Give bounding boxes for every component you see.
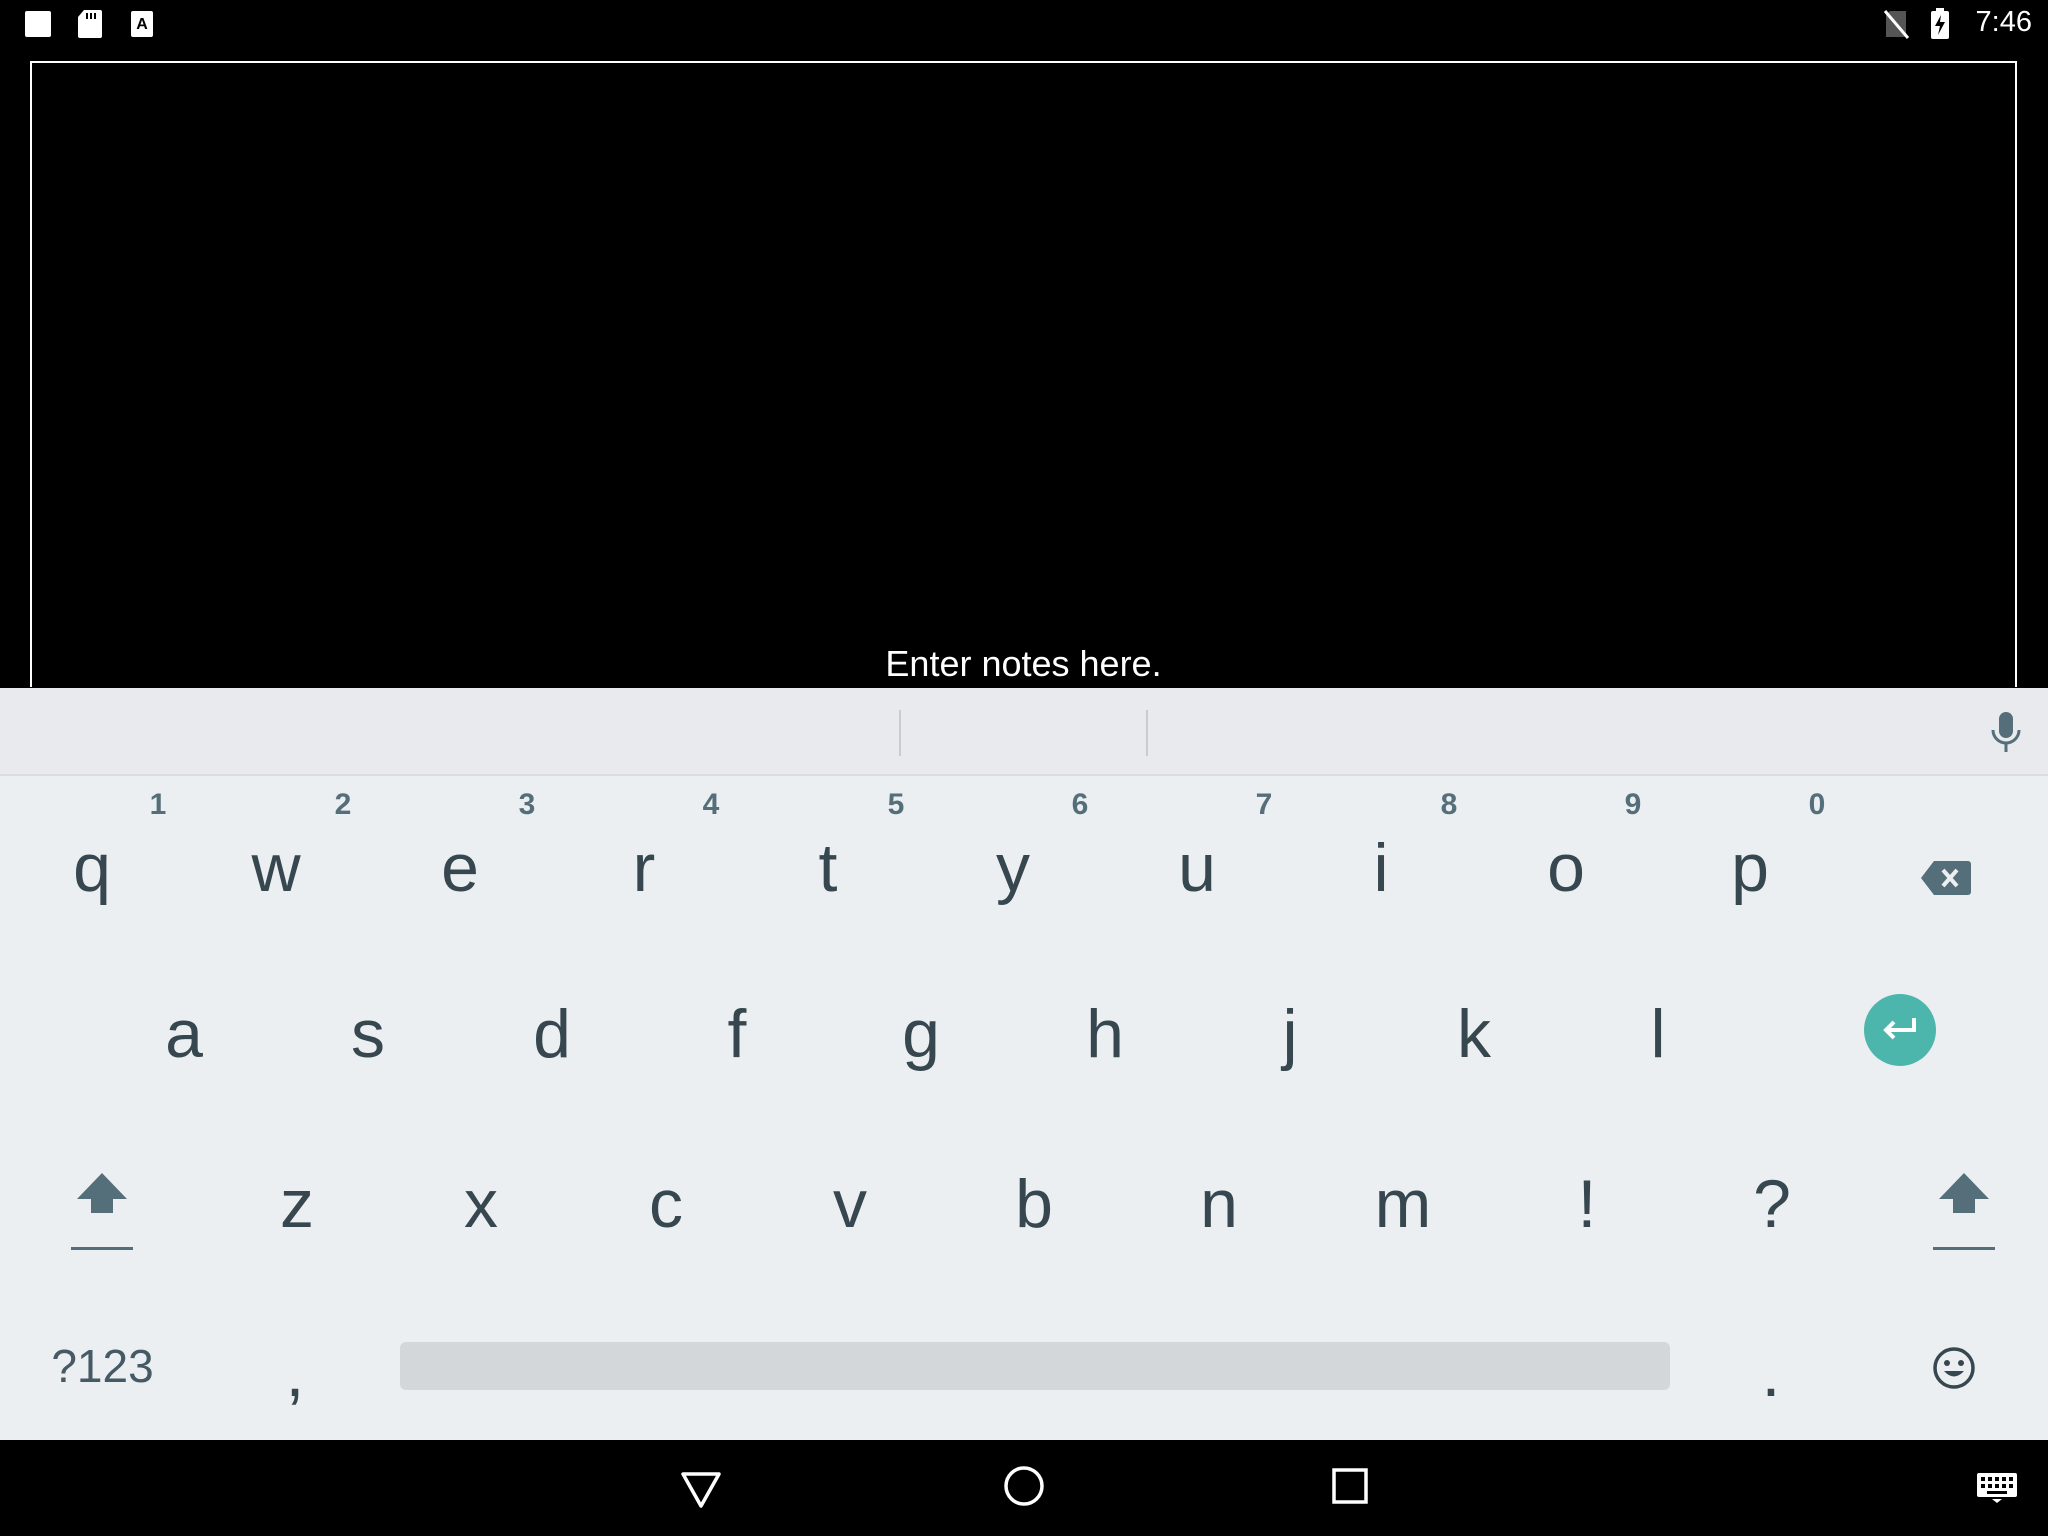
key-hint-5: 5: [887, 788, 905, 821]
suggestion-slot-left[interactable]: [0, 688, 899, 776]
status-bar: A 7:46: [0, 0, 2048, 48]
key-e[interactable]: e: [420, 818, 500, 918]
key-m[interactable]: m: [1363, 1154, 1443, 1254]
key-x[interactable]: x: [441, 1154, 521, 1254]
back-icon[interactable]: [678, 1466, 724, 1512]
navigation-bar: [0, 1440, 2048, 1536]
key-h[interactable]: h: [1065, 984, 1145, 1084]
no-sim-icon: [1880, 8, 1912, 40]
clock: 7:46: [1975, 6, 2032, 38]
key-z[interactable]: z: [257, 1154, 337, 1254]
on-screen-keyboard: ?123 , . q1 w2 e3 r4 t5 y6 u7 i8 o9 p0 a s d f g h j k l z x…: [0, 688, 2048, 1440]
backspace-key[interactable]: [1906, 838, 1986, 918]
key-p[interactable]: p: [1710, 818, 1790, 918]
comma-key[interactable]: ,: [255, 1328, 335, 1418]
space-bar[interactable]: [400, 1342, 1670, 1390]
emoji-key[interactable]: [1914, 1328, 1994, 1408]
key-a[interactable]: a: [144, 984, 224, 1084]
key-hint-8: 8: [1440, 788, 1458, 821]
keyboard-switch-icon[interactable]: [1976, 1472, 2018, 1504]
key-o[interactable]: o: [1526, 818, 1606, 918]
notes-placeholder: Enter notes here.: [885, 643, 1162, 684]
period-key[interactable]: .: [1731, 1328, 1811, 1418]
home-icon[interactable]: [1002, 1464, 1046, 1508]
shift-icon: [1933, 1173, 1995, 1250]
key-s[interactable]: s: [328, 984, 408, 1084]
key-j[interactable]: j: [1250, 984, 1330, 1084]
key-k[interactable]: k: [1434, 984, 1514, 1084]
key-hint-6: 6: [1071, 788, 1089, 821]
key-q[interactable]: q: [52, 818, 132, 918]
key-exclamation[interactable]: !: [1547, 1154, 1627, 1254]
enter-key[interactable]: [1864, 994, 1936, 1066]
suggestion-strip: [0, 688, 2048, 776]
suggestion-slot-center[interactable]: [901, 688, 1146, 776]
key-y[interactable]: y: [973, 818, 1053, 918]
shift-key-right[interactable]: [1924, 1158, 2004, 1268]
enter-icon: [1883, 1018, 1916, 1040]
microphone-icon[interactable]: [1986, 708, 2026, 756]
recents-icon[interactable]: [1330, 1466, 1370, 1506]
shift-key-left[interactable]: [62, 1158, 142, 1268]
key-w[interactable]: w: [236, 818, 316, 918]
key-d[interactable]: d: [512, 984, 592, 1084]
symbols-key[interactable]: ?123: [30, 1328, 175, 1404]
suggestion-slot-right[interactable]: [1148, 688, 1948, 776]
key-l[interactable]: l: [1618, 984, 1698, 1084]
key-hint-9: 9: [1624, 788, 1642, 821]
key-f[interactable]: f: [697, 984, 777, 1084]
notes-input[interactable]: Enter notes here.: [30, 61, 2017, 687]
emoji-icon: [1933, 1347, 1975, 1389]
key-b[interactable]: b: [994, 1154, 1074, 1254]
key-c[interactable]: c: [626, 1154, 706, 1254]
key-i[interactable]: i: [1341, 818, 1421, 918]
notification-square-icon: [22, 8, 54, 40]
key-hint-1: 1: [149, 788, 167, 821]
key-g[interactable]: g: [881, 984, 961, 1084]
key-r[interactable]: r: [604, 818, 684, 918]
svg-text:A: A: [136, 16, 148, 33]
shift-icon: [71, 1173, 133, 1250]
key-u[interactable]: u: [1157, 818, 1237, 918]
backspace-icon: [1921, 861, 1971, 895]
key-hint-7: 7: [1255, 788, 1273, 821]
key-hint-4: 4: [702, 788, 720, 821]
keyboard-a-icon: A: [126, 8, 158, 40]
key-hint-3: 3: [518, 788, 536, 821]
key-t[interactable]: t: [788, 818, 868, 918]
key-v[interactable]: v: [810, 1154, 890, 1254]
key-hint-2: 2: [334, 788, 352, 821]
key-hint-0: 0: [1808, 788, 1826, 821]
key-n[interactable]: n: [1179, 1154, 1259, 1254]
battery-charging-icon: [1924, 8, 1956, 40]
key-question[interactable]: ?: [1732, 1154, 1812, 1254]
sd-card-icon: [74, 8, 106, 40]
